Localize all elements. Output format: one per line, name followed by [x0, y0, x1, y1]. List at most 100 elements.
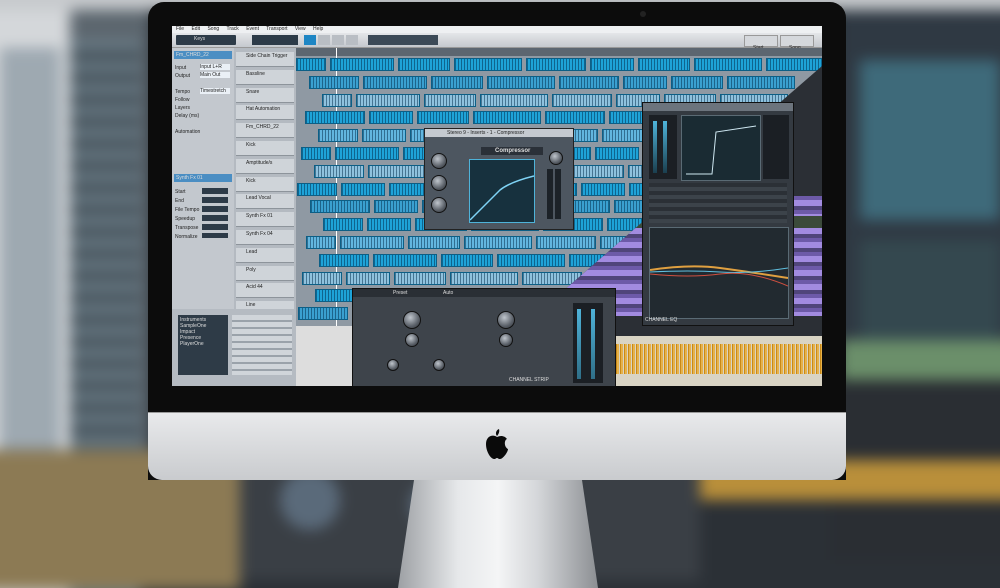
menu-file[interactable]: File: [176, 26, 184, 32]
clip[interactable]: [310, 200, 370, 214]
clip[interactable]: [298, 307, 348, 321]
clip[interactable]: [367, 218, 411, 232]
high-knob[interactable]: [405, 333, 419, 347]
clip[interactable]: [536, 236, 596, 249]
clip[interactable]: [394, 271, 446, 285]
freq-knob[interactable]: [499, 333, 513, 347]
clip[interactable]: [559, 75, 619, 89]
clip[interactable]: [454, 58, 522, 71]
low-knob[interactable]: [403, 311, 421, 329]
clip[interactable]: [464, 236, 532, 249]
clip[interactable]: [595, 147, 639, 160]
track-header[interactable]: Hat Automation: [236, 105, 294, 121]
clip[interactable]: [335, 147, 399, 160]
split-tool-button[interactable]: [332, 35, 344, 45]
menu-track[interactable]: Track: [226, 26, 238, 32]
clip[interactable]: [473, 111, 541, 125]
track-header[interactable]: Kick: [236, 176, 294, 192]
gain-knob[interactable]: [387, 359, 399, 371]
menu-event[interactable]: Event: [246, 26, 259, 32]
start-button[interactable]: Start: [744, 35, 778, 51]
clip[interactable]: [431, 75, 483, 89]
clip[interactable]: [340, 236, 404, 249]
track-header[interactable]: Kick: [236, 141, 294, 156]
arrow-tool-button[interactable]: [304, 35, 316, 45]
clip[interactable]: [417, 111, 469, 125]
clip[interactable]: [368, 164, 432, 178]
clip[interactable]: [306, 236, 336, 249]
clip[interactable]: [318, 129, 358, 143]
track-header[interactable]: Acid 44: [236, 283, 294, 299]
menu-view[interactable]: View: [295, 26, 306, 32]
clip[interactable]: [727, 75, 795, 89]
threshold-knob[interactable]: [431, 175, 447, 191]
clip[interactable]: [330, 58, 394, 71]
clip[interactable]: [408, 236, 460, 249]
eraser-tool-button[interactable]: [346, 35, 358, 45]
clip[interactable]: [314, 164, 364, 178]
clip[interactable]: [398, 58, 450, 71]
clip[interactable]: [309, 75, 359, 89]
track-header[interactable]: Bassline: [236, 69, 294, 85]
clip[interactable]: [766, 58, 822, 71]
track-header[interactable]: Amptitude/s: [236, 158, 294, 174]
clip[interactable]: [363, 75, 427, 89]
track-lane[interactable]: [296, 75, 822, 89]
clip[interactable]: [369, 111, 413, 125]
track-lane[interactable]: [296, 58, 822, 71]
clip[interactable]: [552, 93, 612, 107]
clip[interactable]: [341, 182, 385, 196]
clip[interactable]: [302, 271, 342, 285]
browser-item[interactable]: PlayerOne: [180, 341, 206, 347]
clip[interactable]: [301, 147, 331, 160]
song-button[interactable]: Song: [780, 35, 814, 51]
clip[interactable]: [441, 253, 493, 267]
clip[interactable]: [602, 129, 646, 143]
mid-knob[interactable]: [497, 311, 515, 329]
menu-help[interactable]: Help: [313, 26, 323, 32]
track-header[interactable]: Snare: [236, 87, 294, 103]
track-header[interactable]: Fm_CHRD_22: [236, 123, 294, 139]
clip[interactable]: [694, 58, 762, 71]
preset-tab[interactable]: Preset: [393, 290, 407, 296]
track-header[interactable]: Synth Fx 04: [236, 230, 294, 245]
ratio-knob[interactable]: [431, 197, 447, 213]
auto-tab[interactable]: Auto: [443, 290, 453, 296]
clip[interactable]: [322, 93, 352, 107]
range-tool-button[interactable]: [318, 35, 330, 45]
clip[interactable]: [356, 93, 420, 107]
clip[interactable]: [374, 200, 418, 214]
clip[interactable]: [362, 129, 406, 143]
clip[interactable]: [346, 271, 390, 285]
clip[interactable]: [305, 111, 365, 125]
clip[interactable]: [623, 75, 667, 89]
clip[interactable]: [323, 218, 363, 232]
q-knob[interactable]: [433, 359, 445, 371]
clip[interactable]: [424, 93, 476, 107]
menu-edit[interactable]: Edit: [191, 26, 200, 32]
menu-song[interactable]: Song: [207, 26, 219, 32]
clip[interactable]: [590, 58, 634, 71]
clip[interactable]: [296, 58, 326, 71]
clip[interactable]: [297, 182, 337, 196]
clip[interactable]: [638, 58, 690, 71]
track-header[interactable]: Side Chain Trigger: [236, 52, 294, 67]
clip[interactable]: [545, 111, 605, 125]
clip[interactable]: [373, 253, 437, 267]
attack-knob[interactable]: [431, 153, 447, 169]
track-header[interactable]: Poly: [236, 265, 294, 281]
track-header[interactable]: Synth Fx 01: [236, 212, 294, 228]
input-gain-knob[interactable]: [549, 151, 563, 165]
clip[interactable]: [450, 271, 518, 285]
clip[interactable]: [319, 253, 369, 267]
clip[interactable]: [581, 182, 625, 196]
clip[interactable]: [480, 93, 548, 107]
clip[interactable]: [526, 58, 586, 71]
compressor-title: Compressor: [495, 148, 531, 154]
menu-transport[interactable]: Transport: [266, 26, 287, 32]
track-header[interactable]: Lead: [236, 247, 294, 263]
clip[interactable]: [497, 253, 565, 267]
track-header[interactable]: Lead Vocal: [236, 194, 294, 210]
clip[interactable]: [671, 75, 723, 89]
clip[interactable]: [487, 75, 555, 89]
